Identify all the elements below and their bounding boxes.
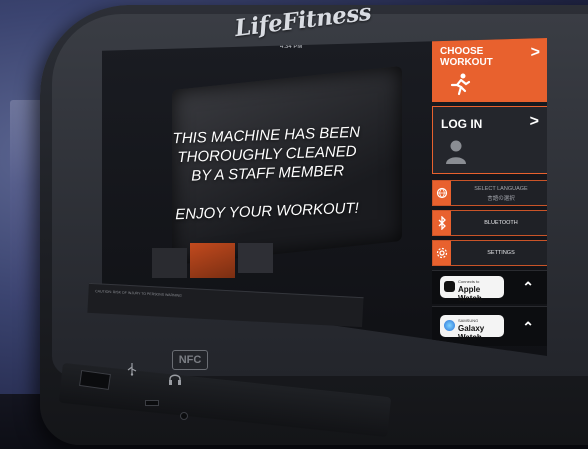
galaxy-samsung-label: SAMSUNG xyxy=(458,318,479,323)
headphone-jack[interactable] xyxy=(180,412,188,420)
chevron-up-icon[interactable]: ⌃ xyxy=(522,319,534,336)
select-language-button[interactable]: SELECT LANGUAGE 言語の選択 xyxy=(432,180,547,206)
galaxy-watch-label: Galaxy Watch xyxy=(458,324,485,342)
gear-icon xyxy=(433,241,451,265)
log-in-button[interactable]: LOG IN > xyxy=(432,106,547,174)
apple-watch-connects-label: Connects to xyxy=(458,279,480,284)
runner-icon xyxy=(450,73,471,96)
background-tile-orange xyxy=(190,243,235,278)
select-language-label: SELECT LANGUAGE xyxy=(474,186,528,192)
background-tile xyxy=(152,248,187,278)
galaxy-icon xyxy=(444,320,455,331)
chevron-right-icon: > xyxy=(530,44,540,61)
chevron-right-icon: > xyxy=(529,113,539,130)
choose-workout-button[interactable]: CHOOSE WORKOUT > xyxy=(432,38,547,102)
bluetooth-button[interactable]: BLUETOOTH xyxy=(432,210,547,236)
globe-chat-icon xyxy=(433,181,451,205)
chevron-up-icon[interactable]: ⌃ xyxy=(522,279,534,296)
headphone-icon xyxy=(169,374,181,385)
settings-button[interactable]: SETTINGS xyxy=(432,240,547,266)
usb-port[interactable] xyxy=(145,400,159,406)
background-tile xyxy=(238,243,273,273)
settings-label: SETTINGS xyxy=(487,250,515,256)
log-in-label: LOG IN xyxy=(441,117,483,131)
nfc-reader[interactable]: NFC xyxy=(172,350,208,370)
select-language-label-ja: 言語の選択 xyxy=(487,196,515,202)
right-menu-panel: CHOOSE WORKOUT > LOG IN > SELECT LANGUAG… xyxy=(432,38,547,356)
apple-watch-label: Apple Watch xyxy=(458,285,482,303)
cleaned-message: THIS MACHINE HAS BEEN THOROUGHLY CLEANED… xyxy=(116,121,418,188)
galaxy-watch-badge[interactable]: SAMSUNG Galaxy Watch xyxy=(440,315,504,342)
choose-workout-label: CHOOSE WORKOUT xyxy=(440,46,493,68)
bluetooth-label: BLUETOOTH xyxy=(484,220,518,226)
apple-watch-row[interactable]: Connects to Apple Watch ⌃ xyxy=(432,270,547,304)
usb-icon xyxy=(127,363,137,376)
bluetooth-icon xyxy=(433,211,451,235)
user-icon xyxy=(446,140,466,164)
apple-icon xyxy=(444,281,455,292)
apple-watch-badge[interactable]: Connects to Apple Watch xyxy=(440,276,504,303)
galaxy-watch-row[interactable]: SAMSUNG Galaxy Watch ⌃ xyxy=(432,306,547,346)
